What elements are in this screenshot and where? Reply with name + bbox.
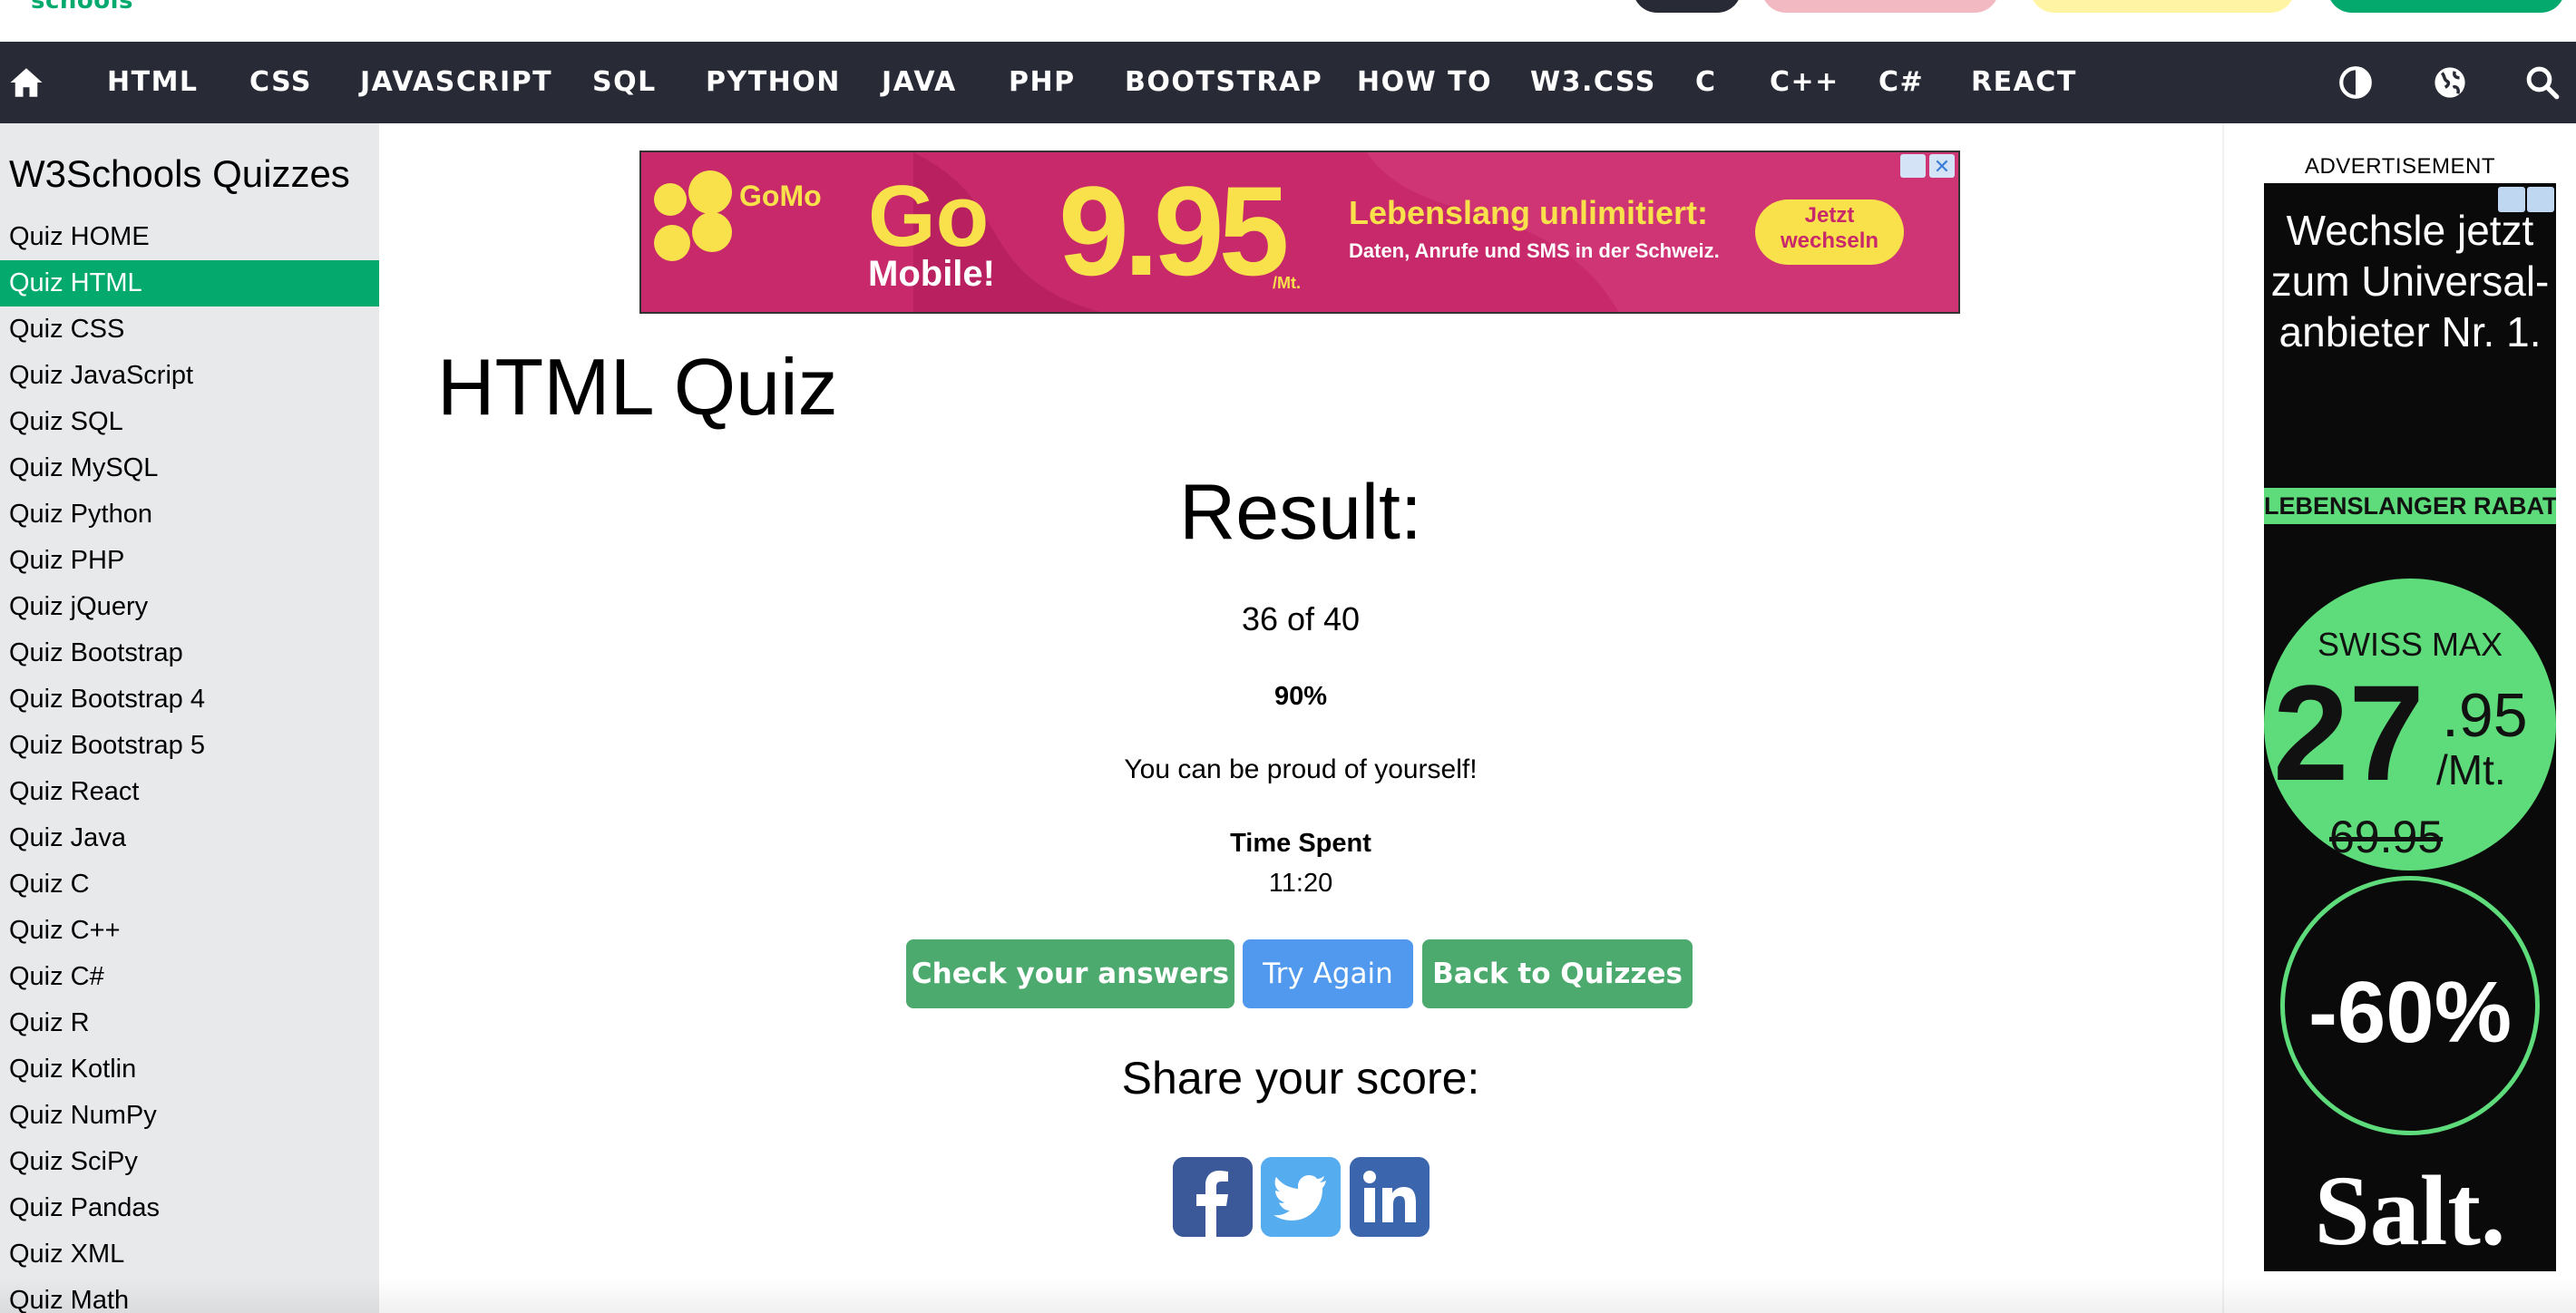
search-icon[interactable] bbox=[2523, 63, 2561, 102]
sidebar-item-quiz-bootstrap-4[interactable]: Quiz Bootstrap 4 bbox=[0, 676, 379, 723]
nav-item-javascript[interactable]: JAVASCRIPT bbox=[360, 42, 552, 123]
try-again-button[interactable]: Try Again bbox=[1243, 939, 1413, 1008]
result-score: 36 of 40 bbox=[1241, 600, 1361, 637]
nav-item-cpp[interactable]: C++ bbox=[1770, 42, 1839, 123]
gomo-dot-icon bbox=[654, 183, 687, 216]
sidebar-item-quiz-sql[interactable]: Quiz SQL bbox=[0, 399, 379, 445]
top-navbar: HTML CSS JAVASCRIPT SQL PYTHON JAVA PHP … bbox=[0, 42, 2576, 123]
sidebar-title: W3Schools Quizzes bbox=[9, 152, 350, 195]
sidebar-item-quiz-cpp[interactable]: Quiz C++ bbox=[0, 908, 379, 954]
sidebar-item-quiz-react[interactable]: Quiz React bbox=[0, 769, 379, 815]
twitter-icon[interactable] bbox=[1261, 1157, 1341, 1237]
side-ad-headline: Wechsle jetzt zum Universal-anbieter Nr.… bbox=[2270, 207, 2550, 355]
side-ad[interactable]: Wechsle jetzt zum Universal-anbieter Nr.… bbox=[2264, 183, 2556, 1271]
gomo-dot-icon bbox=[654, 225, 690, 261]
ad-banner-go: Go bbox=[868, 168, 990, 265]
sidebar-item-quiz-css[interactable]: Quiz CSS bbox=[0, 306, 379, 353]
ad-banner-cta[interactable]: Jetzt wechseln bbox=[1773, 203, 1886, 254]
top-strip: schools bbox=[0, 0, 2576, 42]
sidebar-item-quiz-kotlin[interactable]: Quiz Kotlin bbox=[0, 1046, 379, 1093]
logo[interactable]: schools bbox=[31, 0, 133, 15]
sidebar-item-quiz-scipy[interactable]: Quiz SciPy bbox=[0, 1139, 379, 1185]
home-icon[interactable] bbox=[7, 63, 45, 102]
ad-banner-headline: Lebenslang unlimitiert: bbox=[1349, 194, 1709, 231]
nav-item-how-to[interactable]: HOW TO bbox=[1357, 42, 1492, 123]
sidebar-item-quiz-xml[interactable]: Quiz XML bbox=[0, 1231, 379, 1278]
side-ad-brand: Salt. bbox=[2314, 1155, 2506, 1266]
contrast-icon[interactable] bbox=[2337, 63, 2375, 102]
sidebar-item-quiz-csharp[interactable]: Quiz C# bbox=[0, 954, 379, 1000]
main-content: ✕ GoMo Go Mobile! 9.95 /Mt. Lebenslang u… bbox=[379, 123, 2222, 1313]
nav-item-java[interactable]: JAVA bbox=[882, 42, 957, 123]
sidebar-item-quiz-bootstrap-5[interactable]: Quiz Bootstrap 5 bbox=[0, 723, 379, 769]
svg-text:✕: ✕ bbox=[1934, 156, 1950, 179]
time-spent-label: Time Spent bbox=[1230, 829, 1371, 858]
sidebar-item-quiz-pandas[interactable]: Quiz Pandas bbox=[0, 1185, 379, 1231]
side-ad-price-cents: .95 bbox=[2442, 681, 2528, 750]
top-pill-pink[interactable] bbox=[1761, 0, 1999, 13]
advertisement-label: ADVERTISEMENT bbox=[2304, 154, 2496, 179]
ad-banner-price-unit: /Mt. bbox=[1273, 274, 1301, 292]
sidebar-item-quiz-numpy[interactable]: Quiz NumPy bbox=[0, 1093, 379, 1139]
facebook-icon[interactable] bbox=[1173, 1157, 1253, 1237]
nav-item-python[interactable]: PYTHON bbox=[706, 42, 841, 123]
side-ad-price-main: 27 bbox=[2273, 656, 2425, 809]
nav-item-php[interactable]: PHP bbox=[1009, 42, 1076, 123]
sidebar-item-quiz-home[interactable]: Quiz HOME bbox=[0, 214, 379, 260]
nav-item-csharp[interactable]: C# bbox=[1878, 42, 1924, 123]
ad-banner[interactable]: ✕ GoMo Go Mobile! 9.95 /Mt. Lebenslang u… bbox=[639, 151, 1960, 314]
sidebar-item-quiz-math[interactable]: Quiz Math bbox=[0, 1278, 379, 1313]
sidebar-item-quiz-html[interactable]: Quiz HTML bbox=[0, 260, 379, 306]
result-percent: 90% bbox=[1273, 682, 1328, 711]
check-answers-button[interactable]: Check your answers bbox=[906, 939, 1234, 1008]
sidebar-list: Quiz HOME Quiz HTML Quiz CSS Quiz JavaSc… bbox=[0, 214, 379, 1313]
share-heading: Share your score: bbox=[1121, 1053, 1480, 1104]
ad-banner-subline: Daten, Anrufe und SMS in der Schweiz. bbox=[1349, 239, 1720, 262]
nav-item-css[interactable]: CSS bbox=[249, 42, 312, 123]
nav-item-bootstrap[interactable]: BOOTSTRAP bbox=[1125, 42, 1322, 123]
page-title: HTML Quiz bbox=[437, 342, 838, 432]
sidebar: W3Schools Quizzes Quiz HOME Quiz HTML Qu… bbox=[0, 123, 379, 1313]
sidebar-item-quiz-java[interactable]: Quiz Java bbox=[0, 815, 379, 861]
nav-item-c[interactable]: C bbox=[1695, 42, 1717, 123]
globe-icon[interactable] bbox=[2431, 63, 2469, 102]
sidebar-item-quiz-c[interactable]: Quiz C bbox=[0, 861, 379, 908]
nav-item-sql[interactable]: SQL bbox=[592, 42, 657, 123]
side-ad-price-old: 69.95 bbox=[2329, 812, 2444, 862]
top-pill-dark[interactable] bbox=[1633, 0, 1742, 13]
nav-item-react[interactable]: REACT bbox=[1971, 42, 2077, 123]
gomo-dot-icon bbox=[692, 212, 732, 252]
back-to-quizzes-button[interactable]: Back to Quizzes bbox=[1422, 939, 1693, 1008]
linkedin-icon[interactable] bbox=[1350, 1157, 1429, 1237]
top-pill-green[interactable] bbox=[2327, 0, 2565, 13]
ad-banner-price: 9.95 bbox=[1059, 160, 1289, 302]
sidebar-item-quiz-mysql[interactable]: Quiz MySQL bbox=[0, 445, 379, 491]
nav-item-html[interactable]: HTML bbox=[107, 42, 199, 123]
ad-banner-mobile: Mobile! bbox=[868, 254, 995, 294]
result-heading: Result: bbox=[1179, 469, 1422, 556]
sidebar-item-quiz-javascript[interactable]: Quiz JavaScript bbox=[0, 353, 379, 399]
sidebar-item-quiz-bootstrap[interactable]: Quiz Bootstrap bbox=[0, 630, 379, 676]
adchoices-icon bbox=[1900, 154, 1926, 178]
nav-item-w3css[interactable]: W3.CSS bbox=[1530, 42, 1656, 123]
side-ad-price-unit: /Mt. bbox=[2436, 746, 2506, 793]
sidebar-item-quiz-r[interactable]: Quiz R bbox=[0, 1000, 379, 1046]
top-pill-yellow[interactable] bbox=[2030, 0, 2295, 13]
sidebar-item-quiz-python[interactable]: Quiz Python bbox=[0, 491, 379, 538]
result-message: You can be proud of yourself! bbox=[1124, 754, 1478, 784]
sidebar-item-quiz-php[interactable]: Quiz PHP bbox=[0, 538, 379, 584]
ad-banner-brand: GoMo bbox=[739, 180, 822, 212]
sidebar-item-quiz-jquery[interactable]: Quiz jQuery bbox=[0, 584, 379, 630]
side-ad-discount: -60% bbox=[2308, 964, 2513, 1061]
time-spent-value: 11:20 bbox=[1268, 869, 1333, 898]
gomo-dot-icon bbox=[688, 170, 732, 214]
ad-banner-graphic: ✕ bbox=[654, 152, 1958, 312]
side-ad-ribbon: LEBENSLANGER RABATT! bbox=[2264, 488, 2556, 524]
right-column: ADVERTISEMENT Wechsle jetzt zum Universa… bbox=[2222, 123, 2576, 1313]
